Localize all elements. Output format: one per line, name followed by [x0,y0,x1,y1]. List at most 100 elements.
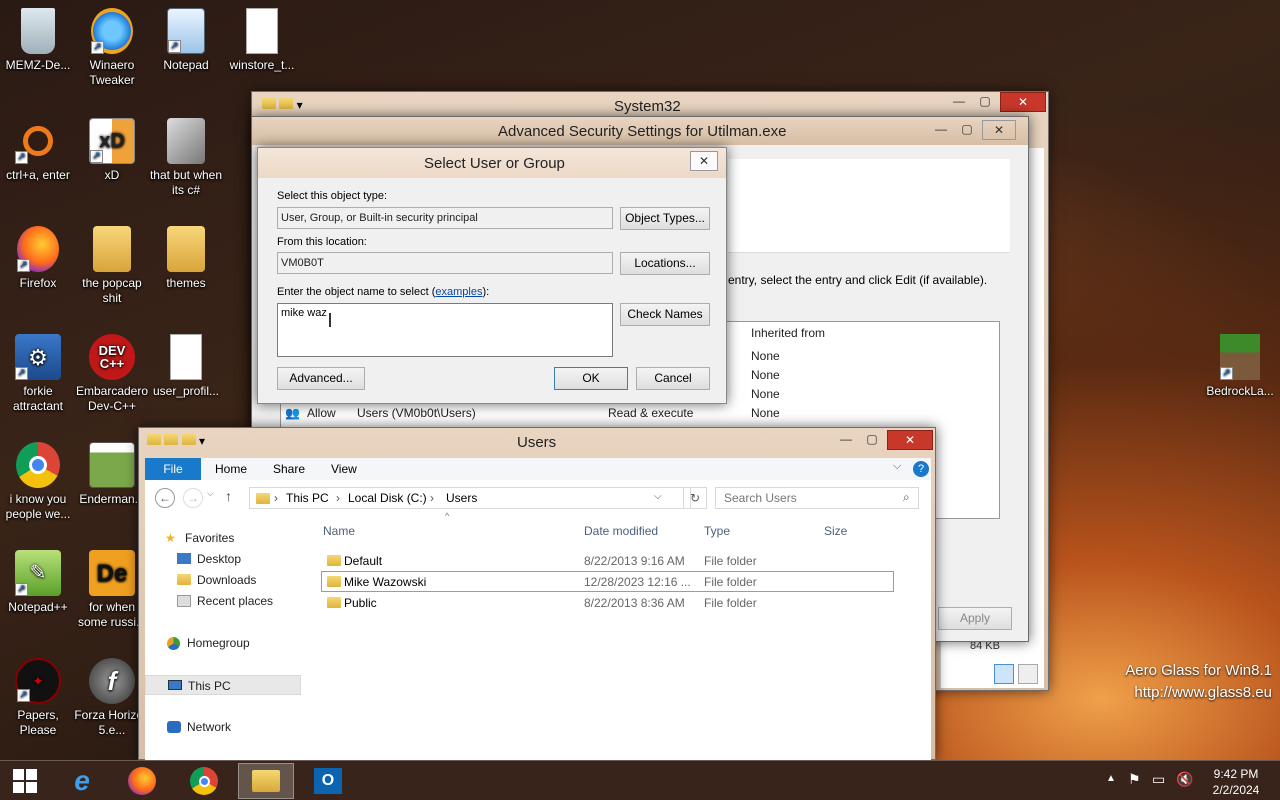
chevron-down-icon[interactable]: ⌵ [654,491,662,502]
desktop-icon-chrome[interactable]: i know you people we... [0,442,76,522]
object-types-button[interactable]: Object Types... [620,207,710,230]
column-name[interactable]: Name [323,524,355,538]
stack-icon [167,118,205,164]
homegroup-icon [167,637,180,650]
minimize-button[interactable]: — [928,120,954,140]
column-size[interactable]: Size [824,524,847,538]
search-icon[interactable]: ⌕ [903,490,910,505]
network-icon[interactable]: ▭ [1152,771,1165,788]
desktop-icon-devcpp[interactable]: DEV C++ Embarcadero Dev-C++ [74,334,150,414]
desktop-icon-forkie[interactable]: ⚙ ↗ forkie attractant [0,334,76,414]
breadcrumb-users[interactable]: Users [446,491,477,505]
object-type-field: User, Group, or Built-in security princi… [277,207,613,229]
large-icons-view-icon[interactable] [1018,664,1038,684]
star-icon: ★ [165,531,176,545]
apply-button[interactable]: Apply [938,607,1012,630]
cancel-button[interactable]: Cancel [636,367,710,390]
taskbar-file-explorer[interactable] [238,763,294,799]
object-type-label: Select this object type: [277,190,388,202]
column-inherited-from[interactable]: Inherited from [751,326,825,340]
desktop-icon-papers-please[interactable]: ✦ ↗ Papers, Please [0,658,76,738]
chevron-down-icon[interactable]: ⌵ [893,460,901,473]
downloads-icon [177,574,191,585]
breadcrumb-this-pc[interactable]: This PC [286,491,329,505]
help-icon[interactable]: ? [913,461,929,477]
column-type[interactable]: Type [704,524,730,538]
nav-favorites[interactable]: ★ Favorites [145,528,305,548]
object-name-input[interactable]: mike waz [277,303,613,357]
maximize-button[interactable]: ▢ [972,92,998,112]
desktop-icon-notepadpp[interactable]: ✎ ↗ Notepad++ [0,550,76,615]
volume-muted-icon[interactable]: 🔇 [1176,771,1193,788]
close-button[interactable]: ✕ [982,120,1016,140]
forward-button[interactable]: → [183,488,203,508]
maximize-button[interactable]: ▢ [859,430,885,450]
taskbar-chrome[interactable] [176,763,232,799]
ribbon: File Home Share View ⌵ ? [145,458,931,480]
start-button[interactable] [0,763,50,799]
taskbar-ie[interactable]: e [54,763,110,799]
clock[interactable]: 9:42 PM 2/2/2024 [1206,766,1266,798]
examples-link[interactable]: examples [435,286,482,298]
document-icon [170,334,202,380]
nav-network[interactable]: Network [145,717,305,737]
folder-icon [167,226,205,272]
nav-homegroup[interactable]: Homegroup [145,633,305,653]
nav-downloads[interactable]: Downloads [145,570,305,590]
desktop-icon-csharp[interactable]: that but when its c# [148,118,224,198]
recent-locations-icon[interactable]: ⌵ [207,488,214,499]
desktop-icon-firefox[interactable]: ↗ Firefox [0,226,76,291]
tab-home[interactable]: Home [215,458,247,480]
ok-button[interactable]: OK [554,367,628,390]
close-button[interactable]: ✕ [887,430,933,450]
quick-access-toolbar[interactable]: ▾ [147,434,205,448]
search-input[interactable]: Search Users [715,487,919,509]
up-button[interactable]: ↑ [225,488,232,504]
advanced-button[interactable]: Advanced... [277,367,365,390]
folder-icon [327,555,341,566]
file-row-selected[interactable]: Mike Wazowski 12/28/2023 12:16 ... File … [321,571,894,592]
check-names-button[interactable]: Check Names [620,303,710,326]
show-hidden-icons[interactable]: ▲ [1106,773,1116,784]
back-button[interactable]: ← [155,488,175,508]
nav-recent-places[interactable]: Recent places [145,591,305,611]
desktop-icon-xd[interactable]: xD ↗ xD [74,118,150,183]
desktop-icon-popcap[interactable]: the popcap shit [74,226,150,306]
column-date-modified[interactable]: Date modified [584,524,658,538]
desktop: MEMZ-De... ↗ ctrl+a, enter ↗ Firefox ⚙ ↗ … [0,0,1280,760]
users-explorer-window[interactable]: ▾ Users — ▢ ✕ File Home Share View ⌵ ? ←… [138,427,936,760]
refresh-icon[interactable]: ↻ [683,487,707,509]
maximize-button[interactable]: ▢ [954,120,980,140]
desktop-icon-user-profile[interactable]: user_profil... [148,334,224,399]
desktop-icon-memz[interactable]: MEMZ-De... [0,8,76,73]
tab-view[interactable]: View [331,458,357,480]
file-row[interactable]: Default 8/22/2013 9:16 AM File folder [321,550,893,571]
desktop-icon-winaero[interactable]: ↗ Winaero Tweaker [74,8,150,88]
desktop-icon-bedrock[interactable]: ↗ BedrockLa... [1198,334,1280,399]
select-user-dialog[interactable]: Select User or Group ✕ Select this objec… [257,147,727,404]
desktop-icon-winstore[interactable]: winstore_t... [224,8,300,73]
minimize-button[interactable]: — [833,430,859,450]
minimize-button[interactable]: — [946,92,972,112]
desktop-icon-themes[interactable]: themes [148,226,224,291]
taskbar-firefox[interactable] [114,763,170,799]
close-button[interactable]: ✕ [1000,92,1046,112]
desktop-icon-ctrl-a[interactable]: ↗ ctrl+a, enter [0,118,76,183]
action-center-flag-icon[interactable]: ⚑ [1128,771,1141,788]
breadcrumb-local-disk[interactable]: Local Disk (C:) [348,491,427,505]
nav-this-pc[interactable]: This PC [145,675,301,695]
close-button[interactable]: ✕ [690,151,718,171]
desktop-icon-notepad[interactable]: ↗ Notepad [148,8,224,73]
details-view-icon[interactable] [994,664,1014,684]
chrome-icon [190,767,218,795]
permission-row[interactable]: 👥 Allow Users (VM0b0t\Users) Read & exec… [281,403,999,424]
address-bar[interactable]: › This PC › Local Disk (C:) › Users ⌵ [249,487,691,509]
taskbar-outlook[interactable]: O [300,763,356,799]
locations-button[interactable]: Locations... [620,252,710,275]
nav-desktop[interactable]: Desktop [145,549,305,569]
permission-hint: entry, select the entry and click Edit (… [728,273,988,287]
tab-share[interactable]: Share [273,458,305,480]
file-row[interactable]: Public 8/22/2013 8:36 AM File folder [321,592,893,613]
quick-access-toolbar[interactable]: ▾ [262,98,303,112]
tab-file[interactable]: File [145,458,201,480]
